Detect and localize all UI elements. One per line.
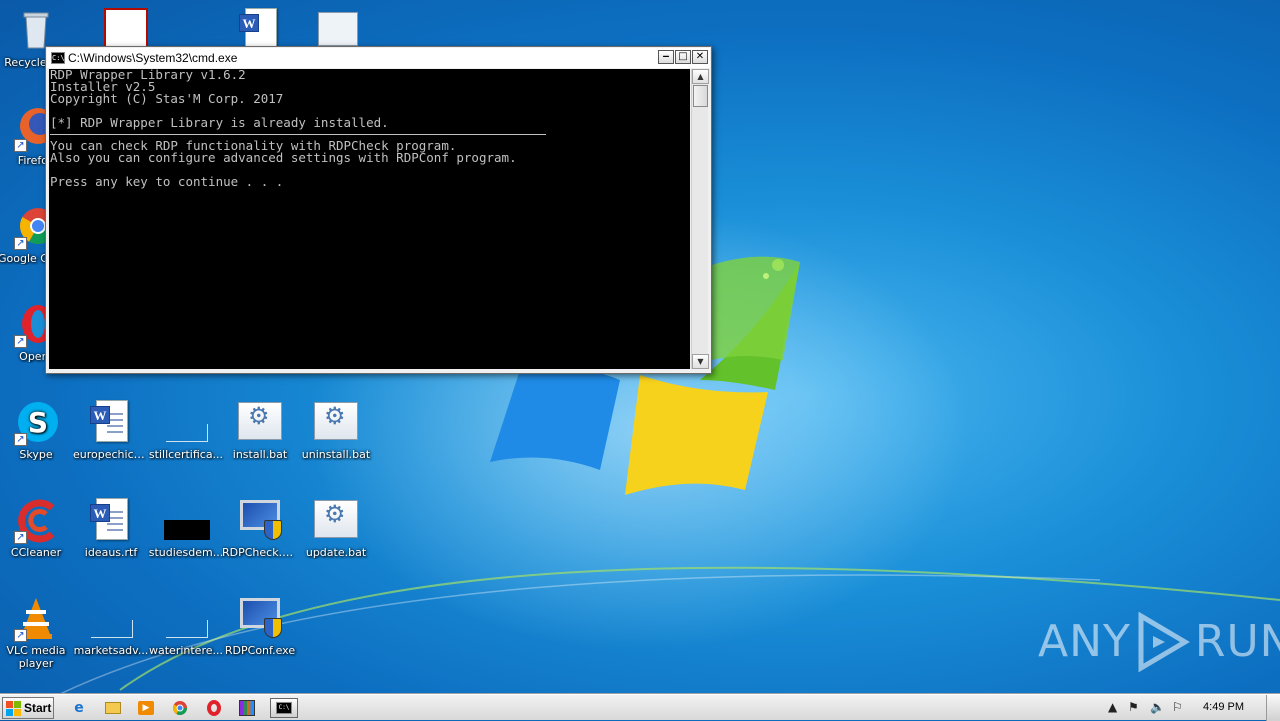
icon-label: uninstall.bat	[301, 448, 371, 461]
console-line: [*] RDP Wrapper Library is already insta…	[50, 115, 389, 130]
internet-explorer-icon[interactable]: e	[68, 698, 90, 718]
icon-label: CCleaner	[10, 546, 62, 559]
vlc-icon: ↗	[12, 594, 60, 642]
file-waterintere[interactable]: waterintere...	[148, 594, 224, 657]
console-output[interactable]: RDP Wrapper Library v1.6.2 Installer v2.5…	[49, 69, 690, 369]
blank-file-icon	[162, 398, 210, 446]
shortcut-arrow-icon: ↗	[14, 531, 27, 544]
icon-label: Skype	[19, 448, 53, 461]
word-document-icon: W	[87, 496, 135, 544]
console-icon: C:\	[51, 52, 65, 64]
skype-shortcut[interactable]: S ↗ Skype	[0, 398, 74, 461]
exe-rdpconf[interactable]: RDPConf.exe	[222, 594, 298, 657]
anyrun-watermark: ANY RUN	[1038, 612, 1280, 672]
chrome-icon[interactable]	[169, 698, 191, 718]
clock[interactable]: 4:49 PM	[1203, 701, 1244, 713]
batch-file-icon: ⚙	[312, 398, 360, 446]
icon-label: RDPCheck.exe	[222, 546, 298, 559]
icon-label: waterintere...	[149, 644, 223, 657]
cmd-window[interactable]: C:\ C:\Windows\System32\cmd.exe ‒ □ ✕ RD…	[45, 46, 712, 374]
batch-file-update[interactable]: ⚙ update.bat	[298, 496, 374, 559]
gear-icon: ⚙	[248, 402, 270, 430]
shortcut-arrow-icon: ↗	[14, 433, 27, 446]
volume-icon[interactable]: 🔈	[1150, 700, 1165, 714]
gear-icon: ⚙	[324, 402, 346, 430]
file-marketsadv[interactable]: marketsadv...	[73, 594, 149, 657]
file-stillcertifica[interactable]: stillcertifica...	[148, 398, 224, 461]
icon-label: europechica...	[73, 448, 149, 461]
system-tray: ▲ ⚑ 🔈 ⚐ 4:49 PM	[1100, 695, 1280, 721]
cmd-titlebar[interactable]: C:\ C:\Windows\System32\cmd.exe ‒ □ ✕	[47, 48, 710, 68]
media-player-icon[interactable]: ▶	[135, 698, 157, 718]
monitor-shield-icon	[236, 594, 284, 642]
icon-label: install.bat	[232, 448, 288, 461]
scroll-down-button[interactable]: ▼	[692, 354, 709, 369]
vlc-shortcut[interactable]: ↗ VLC media player	[0, 594, 74, 670]
shortcut-arrow-icon: ↗	[14, 629, 27, 642]
start-label: Start	[24, 701, 52, 715]
icon-label: RDPConf.exe	[224, 644, 296, 657]
scroll-up-button[interactable]: ▲	[692, 69, 709, 84]
batch-file-install[interactable]: ⚙ install.bat	[222, 398, 298, 461]
file-studiesdem[interactable]: studiesdem...	[148, 496, 224, 559]
watermark-right: RUN	[1194, 616, 1280, 667]
icon-label: stillcertifica...	[148, 448, 224, 461]
black-thumbnail-icon	[162, 496, 210, 544]
icon-label: ideaus.rtf	[84, 546, 138, 559]
gear-icon: ⚙	[324, 500, 346, 528]
batch-file-uninstall[interactable]: ⚙ uninstall.bat	[298, 398, 374, 461]
windows-logo-icon	[6, 700, 21, 716]
icon-label: marketsadv...	[73, 644, 149, 657]
skype-icon: S ↗	[12, 398, 60, 446]
icon-label: studiesdem...	[148, 546, 224, 559]
batch-file-icon: ⚙	[312, 496, 360, 544]
console-line: Copyright (C) Stas'M Corp. 2017	[50, 91, 284, 106]
blank-file-icon	[87, 594, 135, 642]
winrar-icon[interactable]	[236, 698, 258, 718]
ccleaner-icon: ↗	[12, 496, 60, 544]
document-europechica[interactable]: W europechica...	[73, 398, 149, 461]
shortcut-arrow-icon: ↗	[14, 139, 27, 152]
close-button[interactable]: ✕	[692, 50, 708, 64]
start-button[interactable]: Start	[2, 697, 54, 719]
shortcut-arrow-icon: ↗	[14, 335, 27, 348]
icon-label: update.bat	[305, 546, 367, 559]
window-title: C:\Windows\System32\cmd.exe	[68, 51, 238, 65]
cmd-taskbar-button[interactable]: C:\	[270, 698, 298, 718]
icon-label: VLC media player	[6, 644, 66, 670]
taskbar: Start e ▶ C:\ ▲ ⚑ 🔈 ⚐ 4:49 PM	[0, 694, 1280, 721]
batch-file-icon: ⚙	[236, 398, 284, 446]
window-controls: ‒ □ ✕	[658, 50, 708, 64]
svg-text:S: S	[28, 406, 48, 439]
play-icon	[1138, 612, 1190, 672]
opera-icon[interactable]	[203, 698, 225, 718]
exe-rdpcheck[interactable]: RDPCheck.exe	[222, 496, 298, 559]
folder-icon[interactable]	[102, 698, 124, 718]
maximize-button[interactable]: □	[675, 50, 691, 64]
shortcut-arrow-icon: ↗	[14, 237, 27, 250]
monitor-shield-icon	[236, 496, 284, 544]
console-line: Also you can configure advanced settings…	[50, 150, 517, 165]
blank-file-icon	[162, 594, 210, 642]
show-hidden-icons-icon[interactable]: ▲	[1108, 700, 1117, 714]
show-desktop-button[interactable]	[1266, 695, 1280, 721]
console-line: Press any key to continue . . .	[50, 174, 284, 189]
vertical-scrollbar[interactable]: ▲ ▼	[691, 69, 709, 369]
word-document-icon: W	[87, 398, 135, 446]
network-flag-icon[interactable]: ⚐	[1172, 700, 1183, 714]
scroll-thumb[interactable]	[693, 85, 708, 107]
ccleaner-shortcut[interactable]: ↗ CCleaner	[0, 496, 74, 559]
watermark-left: ANY	[1038, 616, 1131, 667]
minimize-button[interactable]: ‒	[658, 50, 674, 64]
document-ideaus[interactable]: W ideaus.rtf	[73, 496, 149, 559]
action-center-icon[interactable]: ⚑	[1128, 700, 1139, 714]
